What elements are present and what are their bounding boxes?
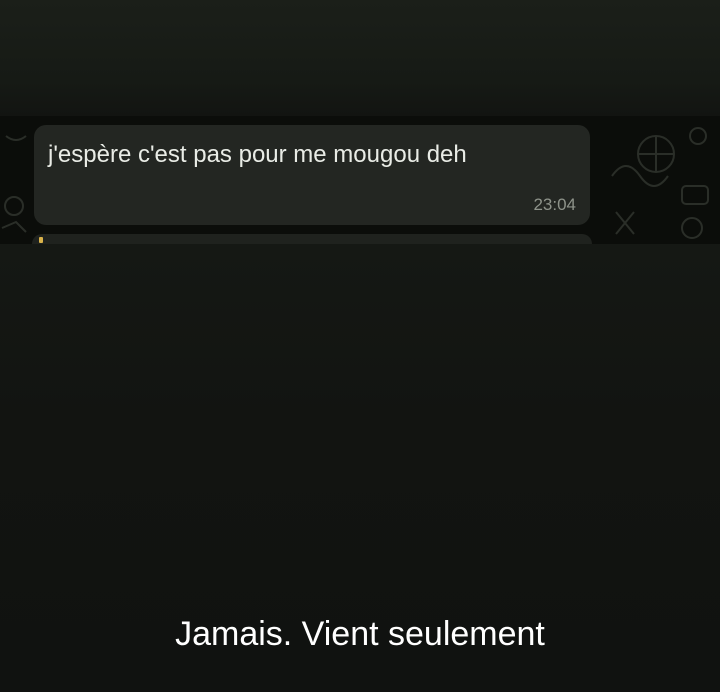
chat-area[interactable]: j'espère c'est pas pour me mougou deh 23… (0, 116, 720, 244)
caption-text: Jamais. Vient seulement (175, 615, 545, 653)
screenshot-frame: j'espère c'est pas pour me mougou deh 23… (0, 0, 720, 692)
partial-emoji-icon (39, 237, 43, 243)
chat-wallpaper-doodle-icon (611, 127, 709, 239)
chat-wallpaper-doodle-icon (1, 135, 27, 233)
message-timestamp: 23:04 (533, 195, 576, 214)
message-text: j'espère c'est pas pour me mougou deh (48, 141, 467, 168)
blurred-header (0, 0, 720, 116)
next-message-bubble-partial[interactable] (32, 234, 592, 244)
incoming-message-bubble[interactable]: j'espère c'est pas pour me mougou deh 23… (34, 125, 590, 225)
